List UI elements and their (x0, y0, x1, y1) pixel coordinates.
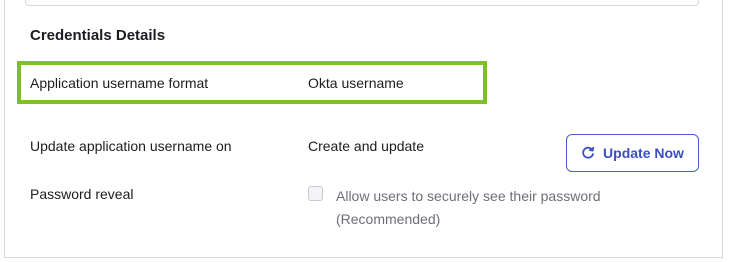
update-on-value: Create and update (308, 138, 424, 154)
update-on-label: Update application username on (30, 138, 232, 154)
username-format-value: Okta username (308, 75, 404, 91)
password-reveal-label: Password reveal (30, 186, 134, 202)
refresh-icon (581, 146, 595, 160)
password-reveal-checkbox-label: Allow users to securely see their passwo… (336, 188, 601, 227)
section-title: Credentials Details (30, 27, 166, 44)
username-format-label: Application username format (30, 75, 209, 91)
update-now-label: Update Now (603, 145, 684, 161)
password-reveal-checkbox[interactable] (308, 186, 323, 201)
previous-field-box (25, 0, 699, 6)
update-now-button[interactable]: Update Now (566, 134, 699, 172)
